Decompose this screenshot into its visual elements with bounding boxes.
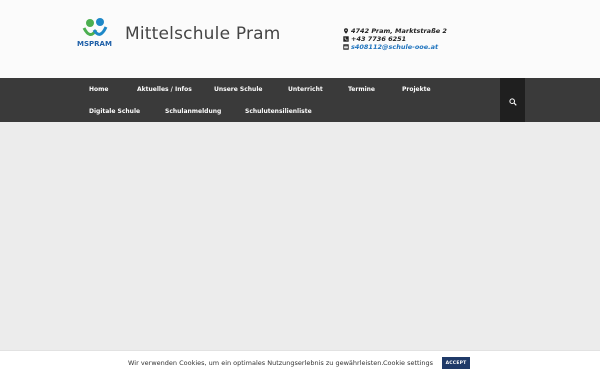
- address-text: 4742 Pram, Marktstraße 2: [351, 27, 447, 35]
- map-marker-icon: [343, 28, 349, 34]
- email-link[interactable]: s408112@schule-ooe.at: [351, 43, 438, 51]
- site-header: MSPRAM Mittelschule Pram 4742 Pram, Mark…: [0, 0, 600, 78]
- phone-text: +43 7736 6251: [351, 35, 407, 43]
- contact-address: 4742 Pram, Marktstraße 2: [343, 27, 447, 35]
- cookie-notice-text: Wir verwenden Cookies, um ein optimales …: [128, 359, 384, 367]
- school-logo[interactable]: MSPRAM: [76, 18, 120, 48]
- cookie-bar: Wir verwenden Cookies, um ein optimales …: [0, 350, 600, 375]
- search-button[interactable]: [500, 78, 525, 122]
- nav-item-schulanmeldung[interactable]: Schulanmeldung: [165, 108, 221, 115]
- site-title[interactable]: Mittelschule Pram: [125, 24, 281, 44]
- phone-icon: [343, 36, 349, 42]
- nav-item-digitale-schule[interactable]: Digitale Schule: [89, 108, 140, 115]
- contact-info: 4742 Pram, Marktstraße 2 +43 7736 6251 s…: [343, 27, 447, 51]
- cookie-settings-link[interactable]: Cookie settings: [383, 359, 433, 367]
- envelope-icon: [343, 44, 349, 50]
- main-content: [0, 122, 600, 350]
- nav-item-aktuelles[interactable]: Aktuelles / Infos: [137, 86, 192, 93]
- nav-item-termine[interactable]: Termine: [348, 86, 375, 93]
- main-navigation: Home Aktuelles / Infos Unsere Schule Unt…: [0, 78, 600, 122]
- nav-item-projekte[interactable]: Projekte: [402, 86, 431, 93]
- nav-item-schulutensilienliste[interactable]: Schulutensilienliste: [245, 108, 312, 115]
- contact-email: s408112@schule-ooe.at: [343, 43, 447, 51]
- nav-item-home[interactable]: Home: [89, 86, 108, 93]
- contact-phone: +43 7736 6251: [343, 35, 447, 43]
- search-icon: [508, 91, 517, 110]
- svg-text:MSPRAM: MSPRAM: [77, 40, 112, 48]
- nav-item-unsere-schule[interactable]: Unsere Schule: [214, 86, 262, 93]
- accept-button[interactable]: ACCEPT: [442, 357, 470, 369]
- nav-item-unterricht[interactable]: Unterricht: [288, 86, 323, 93]
